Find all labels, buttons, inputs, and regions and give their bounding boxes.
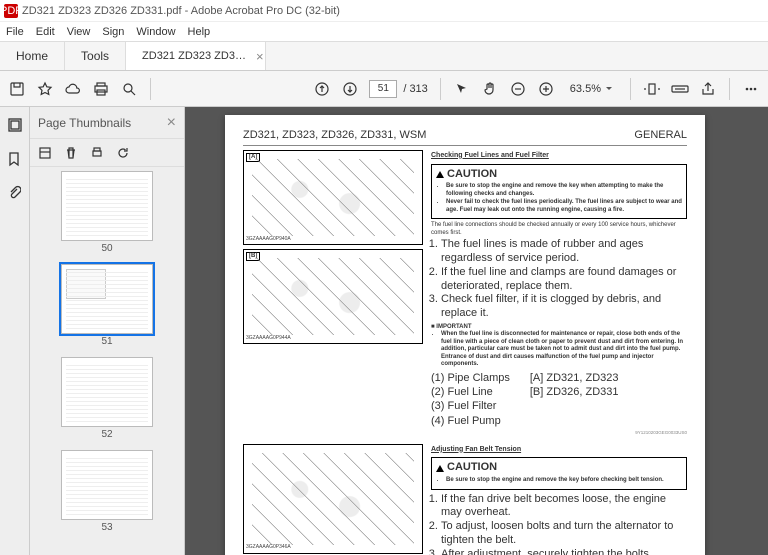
pointer-icon[interactable] <box>453 80 471 98</box>
panel-print-icon[interactable] <box>90 146 104 160</box>
page-total: / 313 <box>403 83 427 95</box>
panel-rotate-icon[interactable] <box>116 146 130 160</box>
rail-bookmark-icon[interactable] <box>7 151 23 167</box>
window-title: ZD321 ZD323 ZD326 ZD331.pdf - Adobe Acro… <box>22 5 340 17</box>
search-icon[interactable] <box>120 80 138 98</box>
thumbnail-50[interactable]: 50 <box>61 171 153 254</box>
menu-edit[interactable]: Edit <box>36 26 55 38</box>
thumbnails-panel: Page Thumbnails × 50 51 52 53 <box>30 107 185 555</box>
figure-b: [B]3GZAAAAG0P944A <box>243 249 423 344</box>
print-icon[interactable] <box>92 80 110 98</box>
page-number-input[interactable] <box>369 80 397 98</box>
tab-document[interactable]: ZD321 ZD323 ZD3… × <box>126 42 266 70</box>
thumbnail-53[interactable]: 53 <box>61 450 153 533</box>
menu-sign[interactable]: Sign <box>102 26 124 38</box>
tab-document-label: ZD321 ZD323 ZD3… <box>142 50 246 62</box>
menu-view[interactable]: View <box>67 26 91 38</box>
cloud-icon[interactable] <box>64 80 82 98</box>
menu-file[interactable]: File <box>6 26 24 38</box>
panel-title: Page Thumbnails <box>38 116 131 130</box>
menu-window[interactable]: Window <box>136 26 175 38</box>
toolbar: / 313 63.5% <box>0 71 768 107</box>
thumbnails-list[interactable]: 50 51 52 53 <box>30 167 184 555</box>
page-up-icon[interactable] <box>313 80 331 98</box>
tabbar: Home Tools ZD321 ZD323 ZD3… × <box>0 41 768 71</box>
panel-delete-icon[interactable] <box>64 146 78 160</box>
thumbnail-52[interactable]: 52 <box>61 357 153 440</box>
tab-home[interactable]: Home <box>0 42 65 70</box>
page-down-icon[interactable] <box>341 80 359 98</box>
figure-belt: 3GZAAAAG0P346A <box>243 444 423 554</box>
tab-tools[interactable]: Tools <box>65 42 126 70</box>
side-rail <box>0 107 30 555</box>
thumbnail-51[interactable]: 51 <box>61 264 153 347</box>
document-view[interactable]: ZD321, ZD323, ZD326, ZD331, WSMGENERAL [… <box>185 107 768 555</box>
panel-options-icon[interactable] <box>38 146 52 160</box>
zoom-out-icon[interactable] <box>509 80 527 98</box>
share-icon[interactable] <box>699 80 717 98</box>
more-icon[interactable] <box>742 80 760 98</box>
page-content: ZD321, ZD323, ZD326, ZD331, WSMGENERAL [… <box>225 115 705 555</box>
star-icon[interactable] <box>36 80 54 98</box>
window-titlebar: PDF ZD321 ZD323 ZD326 ZD331.pdf - Adobe … <box>0 0 768 22</box>
svg-text:PDF: PDF <box>4 5 18 17</box>
zoom-value: 63.5% <box>570 83 601 95</box>
page-control: / 313 <box>369 80 427 98</box>
tab-close-icon[interactable]: × <box>256 49 264 64</box>
zoom-select[interactable]: 63.5% <box>565 80 618 98</box>
rail-attachment-icon[interactable] <box>7 185 23 201</box>
pdf-icon: PDF <box>4 4 18 18</box>
zoom-in-icon[interactable] <box>537 80 555 98</box>
rail-thumbnails-icon[interactable] <box>7 117 23 133</box>
save-icon[interactable] <box>8 80 26 98</box>
main-area: Page Thumbnails × 50 51 52 53 ZD321, ZD3… <box>0 107 768 555</box>
fit-width-icon[interactable] <box>643 80 661 98</box>
panel-close-icon[interactable]: × <box>167 114 176 132</box>
menubar: File Edit View Sign Window Help <box>0 22 768 41</box>
scroll-mode-icon[interactable] <box>671 80 689 98</box>
figure-a: [A]3GZAAAAG0P940A <box>243 150 423 245</box>
menu-help[interactable]: Help <box>188 26 211 38</box>
hand-icon[interactable] <box>481 80 499 98</box>
